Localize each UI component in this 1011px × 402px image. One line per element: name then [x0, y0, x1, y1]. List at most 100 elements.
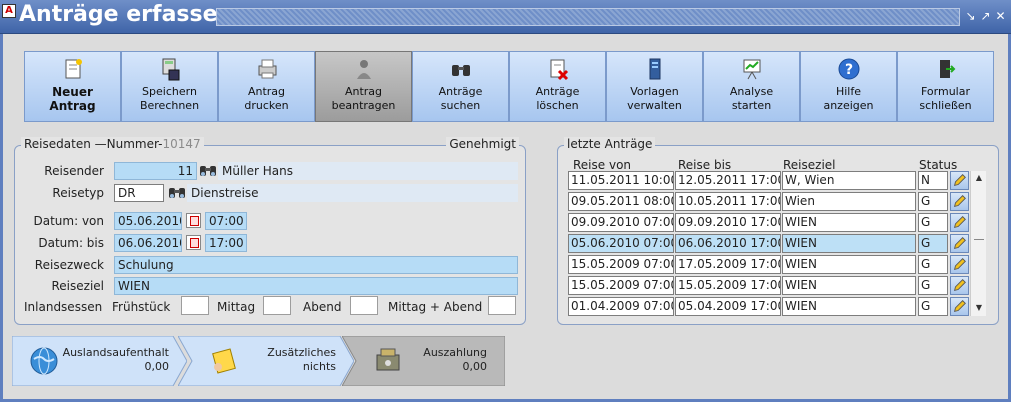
toolbar-button-3[interactable]: Antrag beantragen	[315, 51, 412, 122]
step-label: Auslandsaufenthalt 0,00	[62, 346, 169, 373]
toolbar-button-2[interactable]: Antrag drucken	[218, 51, 315, 122]
cell-reise-bis[interactable]: 06.06.2010 17:00	[675, 234, 781, 253]
printer-icon	[258, 59, 276, 79]
datum-bis-calendar-icon[interactable]	[186, 235, 201, 250]
datum-von-calendar-icon[interactable]	[186, 213, 201, 228]
cell-reise-bis[interactable]: 05.04.2009 17:00	[675, 297, 781, 316]
step-label: Auszahlung 0,00	[423, 346, 487, 373]
cell-reise-bis[interactable]: 09.09.2010 17:00	[675, 213, 781, 232]
toolbar-button-6[interactable]: Vorlagen verwalten	[606, 51, 703, 122]
cell-reise-von[interactable]: 05.06.2010 07:00	[568, 234, 674, 253]
reisender-id-field[interactable]: 11	[114, 162, 197, 180]
cell-reise-von[interactable]: 15.05.2009 07:00	[568, 255, 674, 274]
cell-reiseziel[interactable]: WIEN	[782, 234, 916, 253]
globe-icon	[30, 347, 58, 375]
cell-reise-von[interactable]: 15.05.2009 07:00	[568, 276, 674, 295]
toolbar-button-label: Formular schließen	[919, 85, 972, 112]
pencil-icon	[953, 195, 966, 208]
fruehstueck-label: Frühstück	[112, 300, 171, 314]
toolbar-button-9[interactable]: Formular schließen	[897, 51, 994, 122]
cell-reise-bis[interactable]: 10.05.2011 17:00	[675, 192, 781, 211]
pencil-icon	[953, 216, 966, 229]
cell-reise-bis[interactable]: 15.05.2009 17:00	[675, 276, 781, 295]
edit-pencil-icon[interactable]	[950, 297, 969, 316]
toolbar-button-label: Vorlagen verwalten	[627, 85, 682, 112]
cell-status[interactable]: G	[918, 234, 948, 253]
binoculars-icon	[451, 65, 470, 76]
abend-field[interactable]	[350, 296, 378, 315]
datum-von-date-field[interactable]: 05.06.2010	[114, 212, 182, 230]
reisezweck-field[interactable]: Schulung	[114, 256, 518, 274]
cell-reise-bis[interactable]: 17.05.2009 17:00	[675, 255, 781, 274]
edit-pencil-icon[interactable]	[950, 255, 969, 274]
close-icon[interactable]: ✕	[994, 10, 1007, 23]
scroll-grip[interactable]	[974, 239, 984, 240]
toolbar-button-8[interactable]: ? Hilfe anzeigen	[800, 51, 897, 122]
nummer-label: Nummer	[106, 137, 159, 151]
reisetyp-code-field[interactable]: DR	[114, 184, 164, 202]
cell-reiseziel[interactable]: Wien	[782, 192, 916, 211]
fruehstueck-field[interactable]	[181, 296, 209, 315]
cell-status[interactable]: N	[918, 171, 948, 190]
cell-reiseziel[interactable]: WIEN	[782, 276, 916, 295]
process-step-1[interactable]: Zusätzliches nichts	[178, 336, 354, 386]
restore-icon[interactable]: ↗	[979, 10, 992, 23]
minimize-icon[interactable]: ↘	[964, 10, 977, 23]
pencil-icon	[953, 279, 966, 292]
toolbar-button-7[interactable]: Analyse starten	[703, 51, 800, 122]
cell-reise-von[interactable]: 09.09.2010 07:00	[568, 213, 674, 232]
edit-pencil-icon[interactable]	[950, 192, 969, 211]
scroll-down-icon[interactable]: ▼	[973, 303, 985, 313]
process-step-0[interactable]: Auslandsaufenthalt 0,00	[12, 336, 187, 386]
reiseziel-field[interactable]: WIEN	[114, 277, 518, 295]
edit-pencil-icon[interactable]	[950, 171, 969, 190]
recent-scrollbar[interactable]: ▲ ▼	[970, 171, 986, 316]
money-box-icon	[376, 348, 400, 371]
toolbar-button-label: Speichern Berechnen	[139, 85, 200, 112]
cell-status[interactable]: G	[918, 213, 948, 232]
cell-reiseziel[interactable]: W, Wien	[782, 171, 916, 190]
calculator-save-icon	[162, 58, 179, 81]
server-template-icon	[649, 58, 660, 80]
mittag-field[interactable]	[263, 296, 291, 315]
cell-reiseziel[interactable]: WIEN	[782, 297, 916, 316]
toolbar-button-label: Analyse starten	[729, 85, 774, 112]
cell-reise-bis[interactable]: 12.05.2011 17:00	[675, 171, 781, 190]
window-title: Anträge erfassen	[19, 2, 234, 27]
scroll-up-icon[interactable]: ▲	[973, 173, 985, 183]
datum-von-time-field[interactable]: 07:00	[205, 212, 247, 230]
cell-reise-von[interactable]: 11.05.2011 10:00	[568, 171, 674, 190]
cell-reiseziel[interactable]: WIEN	[782, 213, 916, 232]
reisetyp-search-icon[interactable]	[168, 184, 186, 200]
toolbar-button-4[interactable]: Anträge suchen	[412, 51, 509, 122]
toolbar-button-5[interactable]: Anträge löschen	[509, 51, 606, 122]
cell-reise-von[interactable]: 09.05.2011 08:00	[568, 192, 674, 211]
pencil-icon	[953, 237, 966, 250]
cell-reise-von[interactable]: 01.04.2009 07:00	[568, 297, 674, 316]
datum-bis-time-field[interactable]: 17:00	[205, 234, 247, 252]
edit-pencil-icon[interactable]	[950, 276, 969, 295]
cell-status[interactable]: G	[918, 297, 948, 316]
cell-status[interactable]: G	[918, 276, 948, 295]
edit-pencil-icon[interactable]	[950, 234, 969, 253]
process-step-2[interactable]: Auszahlung 0,00	[342, 336, 505, 386]
datum-bis-date-field[interactable]: 06.06.2010	[114, 234, 182, 252]
toolbar-button-label: Neuer Antrag	[49, 85, 96, 113]
cell-status[interactable]: G	[918, 192, 948, 211]
reisender-search-icon[interactable]	[199, 162, 217, 178]
toolbar-button-label: Anträge suchen	[438, 85, 483, 112]
reisender-name-field: Müller Hans	[218, 162, 518, 180]
header-reiseziel: Reiseziel	[783, 158, 836, 172]
cell-reiseziel[interactable]: WIEN	[782, 255, 916, 274]
app-icon[interactable]: A	[2, 4, 16, 18]
toolbar-button-0[interactable]: Neuer Antrag	[24, 51, 121, 122]
header-reise-bis: Reise bis	[678, 158, 732, 172]
cell-status[interactable]: G	[918, 255, 948, 274]
mittag-abend-field[interactable]	[488, 296, 516, 315]
datum-bis-label: Datum: bis	[38, 236, 104, 250]
mittag-label: Mittag	[217, 300, 256, 314]
title-pattern	[216, 8, 960, 26]
toolbar-button-1[interactable]: Speichern Berechnen	[121, 51, 218, 122]
datum-von-label: Datum: von	[33, 214, 105, 228]
edit-pencil-icon[interactable]	[950, 213, 969, 232]
